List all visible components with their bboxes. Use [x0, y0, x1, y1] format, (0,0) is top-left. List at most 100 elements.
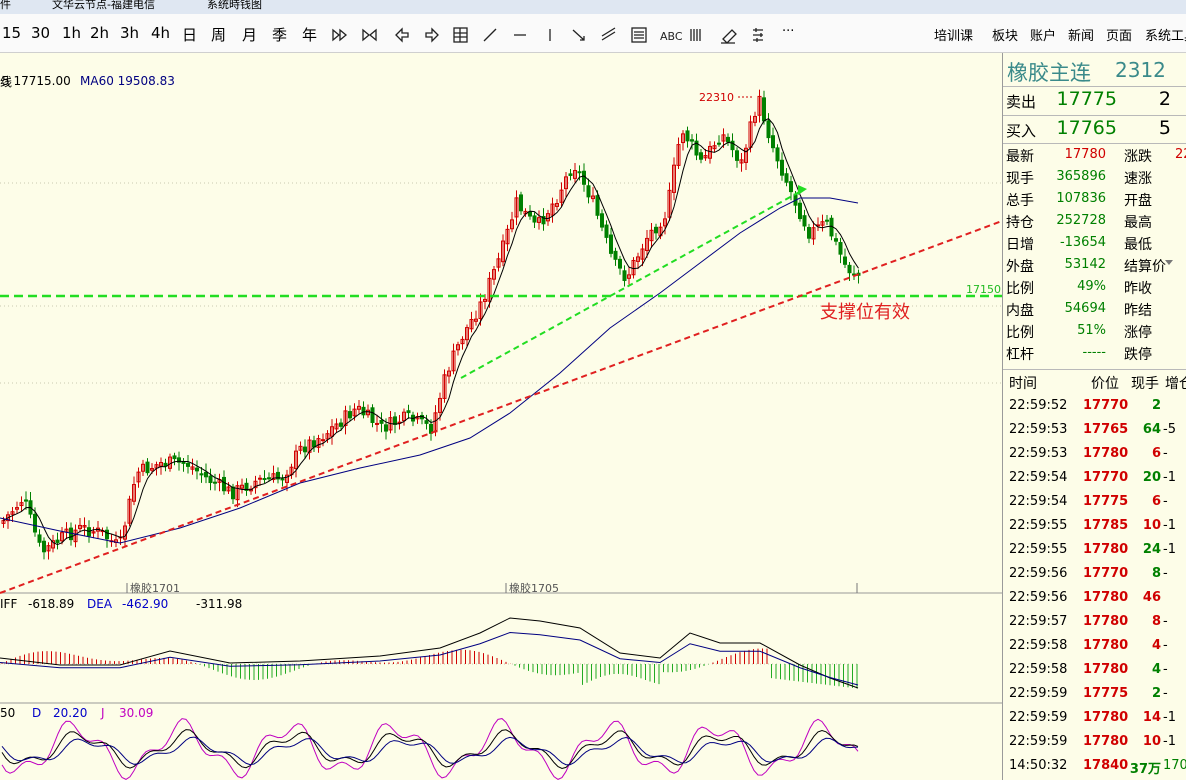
contract-label-1701: 橡胶1701 — [130, 582, 180, 595]
tick-volume: 10 — [1142, 518, 1161, 533]
stat-label-2: 结算价 — [1124, 259, 1166, 275]
support-trend-line[interactable] — [0, 220, 1002, 594]
tick-oi: - — [1163, 638, 1168, 653]
layout-icon[interactable] — [453, 27, 468, 43]
zoom-in-icon[interactable] — [362, 28, 377, 42]
settings-icon[interactable] — [753, 28, 763, 42]
divider — [1003, 115, 1186, 116]
candle-body — [699, 152, 703, 160]
eraser-icon[interactable] — [721, 29, 737, 44]
line-tool-icon[interactable] — [483, 28, 497, 42]
menu-system-tools[interactable]: 系统工具 — [1145, 25, 1186, 44]
uptrend-arrow-icon — [798, 185, 807, 195]
stat-label: 杠杆 — [1006, 347, 1034, 363]
tick-volume: 10 — [1142, 734, 1161, 749]
sell-volume: 2 — [1158, 88, 1171, 110]
sell-price[interactable]: 17775 — [1043, 88, 1117, 110]
zoom-out-icon[interactable] — [332, 28, 348, 42]
stat-label-2: 涨停 — [1124, 325, 1152, 341]
left-arrow-icon[interactable] — [395, 27, 409, 43]
tick-volume: 6 — [1151, 446, 1161, 461]
dropdown-icon[interactable] — [1165, 260, 1173, 265]
tick-time: 22:59:59 — [1009, 710, 1068, 725]
divider — [1003, 143, 1186, 144]
candle-body — [654, 226, 658, 234]
candle-body — [528, 211, 532, 217]
menu-account[interactable]: 账户 — [1030, 25, 1056, 44]
buy-volume: 5 — [1158, 117, 1171, 139]
tick-time: 22:59:56 — [1009, 590, 1068, 605]
stat-label: 内盘 — [1006, 303, 1034, 319]
tick-volume: 46 — [1142, 590, 1161, 605]
stat-value: 365896 — [1056, 169, 1106, 184]
period-30[interactable]: 30 — [31, 24, 50, 42]
right-arrow-icon[interactable] — [425, 27, 439, 43]
stat-value-2: 22 — [1175, 147, 1186, 162]
tick-time: 22:59:55 — [1009, 542, 1068, 557]
period-day[interactable]: 日 — [182, 24, 197, 45]
stat-label-2: 跌停 — [1124, 347, 1152, 363]
tick-header-price: 价位 — [1091, 376, 1119, 392]
period-year[interactable]: 年 — [302, 24, 317, 45]
menu-page[interactable]: 页面 — [1106, 25, 1132, 44]
text-tool-icon[interactable]: ABC — [660, 30, 683, 43]
fib-tool-icon[interactable] — [631, 27, 647, 43]
menu-item-file[interactable]: 件 — [0, 0, 11, 12]
period-3h[interactable]: 3h — [120, 24, 139, 42]
kline-chart[interactable]: 线 5 17715.00 MA60 19508.83 22310 17150 支… — [0, 53, 1002, 780]
candle-body — [582, 170, 586, 185]
candle-body — [105, 529, 109, 540]
candle-body — [802, 215, 807, 227]
candle-body — [586, 185, 591, 198]
candle-body — [384, 424, 388, 432]
divider — [1003, 369, 1186, 370]
tick-header-time: 时间 — [1009, 376, 1037, 392]
period-2h[interactable]: 2h — [90, 24, 109, 42]
tick-oi: -1 — [1163, 518, 1176, 533]
stat-label-2: 速涨 — [1124, 171, 1152, 187]
candle-body — [145, 461, 150, 474]
kdj-k-value: 50 — [0, 706, 16, 720]
stat-value: -13654 — [1059, 235, 1106, 250]
kdj-j-line — [1, 718, 859, 780]
period-15[interactable]: 15 — [2, 24, 21, 42]
tick-price: 17770 — [1083, 470, 1129, 485]
tick-price: 17780 — [1083, 542, 1129, 557]
stat-value: 54694 — [1064, 301, 1106, 316]
candle-body — [622, 270, 627, 281]
stat-value: 17780 — [1064, 147, 1106, 162]
tick-volume: 4 — [1151, 638, 1161, 653]
more-tools-button[interactable]: ··· — [782, 24, 794, 39]
candle-body — [303, 446, 307, 453]
candle-body — [406, 410, 411, 414]
period-4h[interactable]: 4h — [151, 24, 170, 42]
tick-time: 22:59:53 — [1009, 446, 1068, 461]
tick-volume: 2 — [1151, 398, 1161, 413]
period-1h[interactable]: 1h — [62, 24, 81, 42]
menu-item-server[interactable]: 文华云节点-福建电信 — [52, 0, 155, 12]
tick-price: 17780 — [1083, 638, 1129, 653]
stat-label-2: 最低 — [1124, 237, 1152, 253]
bars-tool-icon[interactable] — [690, 29, 701, 41]
candle-body — [685, 130, 690, 142]
kdj-d-label: D — [32, 706, 42, 720]
high-label: 22310 — [699, 91, 734, 104]
menu-bar: 件 文华云节点-福建电信 系统時钱图 — [0, 0, 1186, 14]
period-month[interactable]: 月 — [242, 24, 257, 45]
menu-news[interactable]: 新闻 — [1068, 25, 1094, 44]
menu-item-system[interactable]: 系统時钱图 — [207, 0, 262, 12]
candle-body — [726, 136, 730, 143]
ray-tool-icon[interactable] — [572, 29, 585, 41]
candle-body — [195, 467, 199, 472]
tick-volume: 37万 — [1129, 762, 1161, 777]
period-week[interactable]: 周 — [211, 24, 226, 45]
period-season[interactable]: 季 — [272, 24, 287, 45]
chart-canvas[interactable] — [0, 53, 1002, 780]
channel-tool-icon[interactable] — [601, 27, 616, 41]
instrument-name: 橡胶主连 — [1007, 61, 1091, 85]
menu-sectors[interactable]: 板块 — [992, 25, 1018, 44]
buy-price[interactable]: 17765 — [1043, 117, 1117, 139]
tick-price: 17780 — [1083, 662, 1129, 677]
tick-time: 22:59:56 — [1009, 566, 1068, 581]
menu-training[interactable]: 培训课 — [934, 25, 973, 44]
